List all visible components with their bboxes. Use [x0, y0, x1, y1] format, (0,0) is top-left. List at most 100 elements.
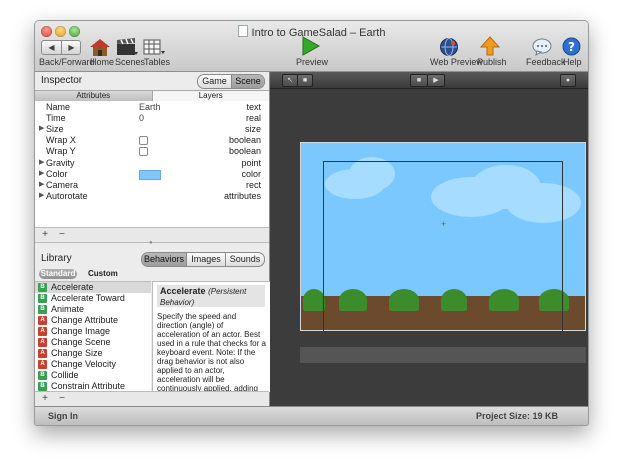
tab-attributes[interactable]: Attributes [35, 91, 152, 101]
wrap-x-checkbox[interactable] [139, 136, 148, 145]
split-handle-icon[interactable]: ● [149, 240, 153, 246]
behavior-badge-icon: B [38, 283, 47, 292]
globe-icon [440, 38, 458, 56]
list-item[interactable]: A Change Size [35, 348, 151, 359]
inspector-header: Inspector Game Scene [35, 72, 269, 90]
preview-label: Preview [296, 57, 329, 67]
publish-button[interactable] [479, 36, 501, 56]
scenes-label: Scenes [115, 57, 146, 67]
play-icon [302, 36, 321, 56]
description-title: Accelerate [160, 286, 206, 296]
stop-icon: ■ [416, 77, 422, 84]
disclosure-triangle-icon[interactable]: ▶ [39, 169, 44, 177]
tables-button[interactable] [143, 39, 165, 56]
inspector-title: Inspector [41, 75, 83, 86]
attr-row-size[interactable]: ▶ Size size [35, 124, 269, 135]
list-item[interactable]: A Change Scene [35, 337, 151, 348]
publish-label: Publish [477, 57, 507, 67]
attr-row-camera[interactable]: ▶ Camera rect [35, 180, 269, 191]
scene-editor: ↖ ■ ■ ▶ ● + [270, 72, 588, 406]
attr-row-autorotate[interactable]: ▶ Autorotate attributes [35, 191, 269, 202]
scene-ground-strip [300, 347, 586, 363]
document-icon [237, 25, 248, 37]
clapperboard-icon [117, 38, 138, 55]
list-item[interactable]: A Change Attribute [35, 315, 151, 326]
tables-label: Tables [144, 57, 171, 67]
play-scene-button[interactable]: ▶ [427, 74, 445, 87]
stop-button[interactable]: ■ [410, 74, 428, 87]
origin-crosshair-icon: + [441, 219, 447, 229]
color-swatch[interactable] [139, 170, 161, 180]
back-forward-control: ◀ ▶ [41, 40, 81, 55]
library-add-remove-bar: + − [35, 391, 269, 407]
remove-behavior-button[interactable]: − [54, 392, 70, 406]
wrap-y-checkbox[interactable] [139, 147, 148, 156]
library-subtabs: Standard Custom [35, 268, 269, 281]
help-label: Help [563, 57, 582, 67]
attr-row-gravity[interactable]: ▶ Gravity point [35, 158, 269, 169]
list-item[interactable]: A Change Image [35, 326, 151, 337]
camera-icon: ■ [302, 77, 308, 84]
library-title: Library [41, 253, 72, 264]
attr-row-name[interactable]: Name Earth text [35, 102, 269, 113]
camera-tool-button[interactable]: ■ [297, 74, 313, 87]
back-button[interactable]: ◀ [42, 41, 61, 54]
sign-in-link[interactable]: Sign In [48, 411, 78, 421]
home-button[interactable] [89, 38, 111, 56]
feedback-button[interactable] [532, 38, 552, 57]
list-item[interactable]: A Change Velocity [35, 359, 151, 370]
behavior-description: Accelerate (Persistent Behavior) Specify… [152, 281, 270, 392]
tab-scene[interactable]: Scene [231, 75, 264, 88]
add-behavior-button[interactable]: + [37, 392, 53, 406]
list-item[interactable]: B Accelerate Toward [35, 293, 151, 304]
svg-text:?: ? [568, 40, 575, 54]
disclosure-triangle-icon[interactable]: ▶ [39, 191, 44, 199]
back-arrow-icon: ◀ [48, 43, 55, 52]
back-forward-label: Back/Forward [39, 57, 95, 67]
scene-canvas[interactable]: + [300, 142, 586, 332]
arrow-tool-button[interactable]: ↖ [282, 74, 298, 87]
tab-game[interactable]: Game [198, 75, 231, 88]
remove-attribute-button[interactable]: − [54, 228, 70, 242]
help-icon: ? [562, 37, 581, 56]
scenes-button[interactable] [116, 37, 138, 56]
behavior-badge-icon: B [38, 382, 47, 391]
scene-options-button[interactable]: ● [560, 74, 576, 87]
description-body: Specify the speed and direction (angle) … [157, 312, 266, 392]
add-attribute-button[interactable]: + [37, 228, 53, 242]
attr-row-wrap-x[interactable]: Wrap X boolean [35, 135, 269, 146]
help-button[interactable]: ? [562, 37, 581, 56]
action-badge-icon: A [38, 316, 47, 325]
disclosure-triangle-icon[interactable]: ▶ [39, 124, 44, 132]
behavior-badge-icon: B [38, 305, 47, 314]
disclosure-triangle-icon[interactable]: ▶ [39, 158, 44, 166]
attr-row-color[interactable]: ▶ Color color [35, 169, 269, 180]
camera-bounds[interactable] [323, 161, 563, 332]
library-type-toggle: Behaviors Images Sounds [141, 252, 265, 267]
tab-behaviors[interactable]: Behaviors [142, 253, 186, 266]
tab-images[interactable]: Images [186, 253, 225, 266]
inspector-game-scene-toggle: Game Scene [197, 74, 265, 89]
description-heading: Accelerate (Persistent Behavior) [157, 285, 265, 307]
list-item[interactable]: B Animate [35, 304, 151, 315]
attr-row-time[interactable]: Time 0 real [35, 113, 269, 124]
preview-button[interactable] [300, 36, 321, 56]
web-preview-button[interactable] [439, 37, 459, 57]
home-icon [90, 39, 110, 56]
list-item[interactable]: B Accelerate [35, 282, 151, 293]
feedback-label: Feedback [526, 57, 566, 67]
disclosure-triangle-icon[interactable]: ▶ [39, 180, 44, 188]
tab-sounds[interactable]: Sounds [225, 253, 264, 266]
behavior-badge-icon: B [38, 371, 47, 380]
project-size: Project Size: 19 KB [475, 411, 558, 421]
tab-standard[interactable]: Standard [39, 269, 77, 279]
tab-layers[interactable]: Layers [151, 91, 269, 101]
tab-custom[interactable]: Custom [88, 269, 118, 279]
forward-button[interactable]: ▶ [62, 41, 81, 54]
table-icon [143, 39, 165, 55]
list-item[interactable]: B Collide [35, 370, 151, 381]
speech-bubble-icon [532, 38, 552, 57]
attr-row-wrap-y[interactable]: Wrap Y boolean [35, 146, 269, 157]
action-badge-icon: A [38, 338, 47, 347]
arrow-icon: ↖ [287, 77, 293, 84]
